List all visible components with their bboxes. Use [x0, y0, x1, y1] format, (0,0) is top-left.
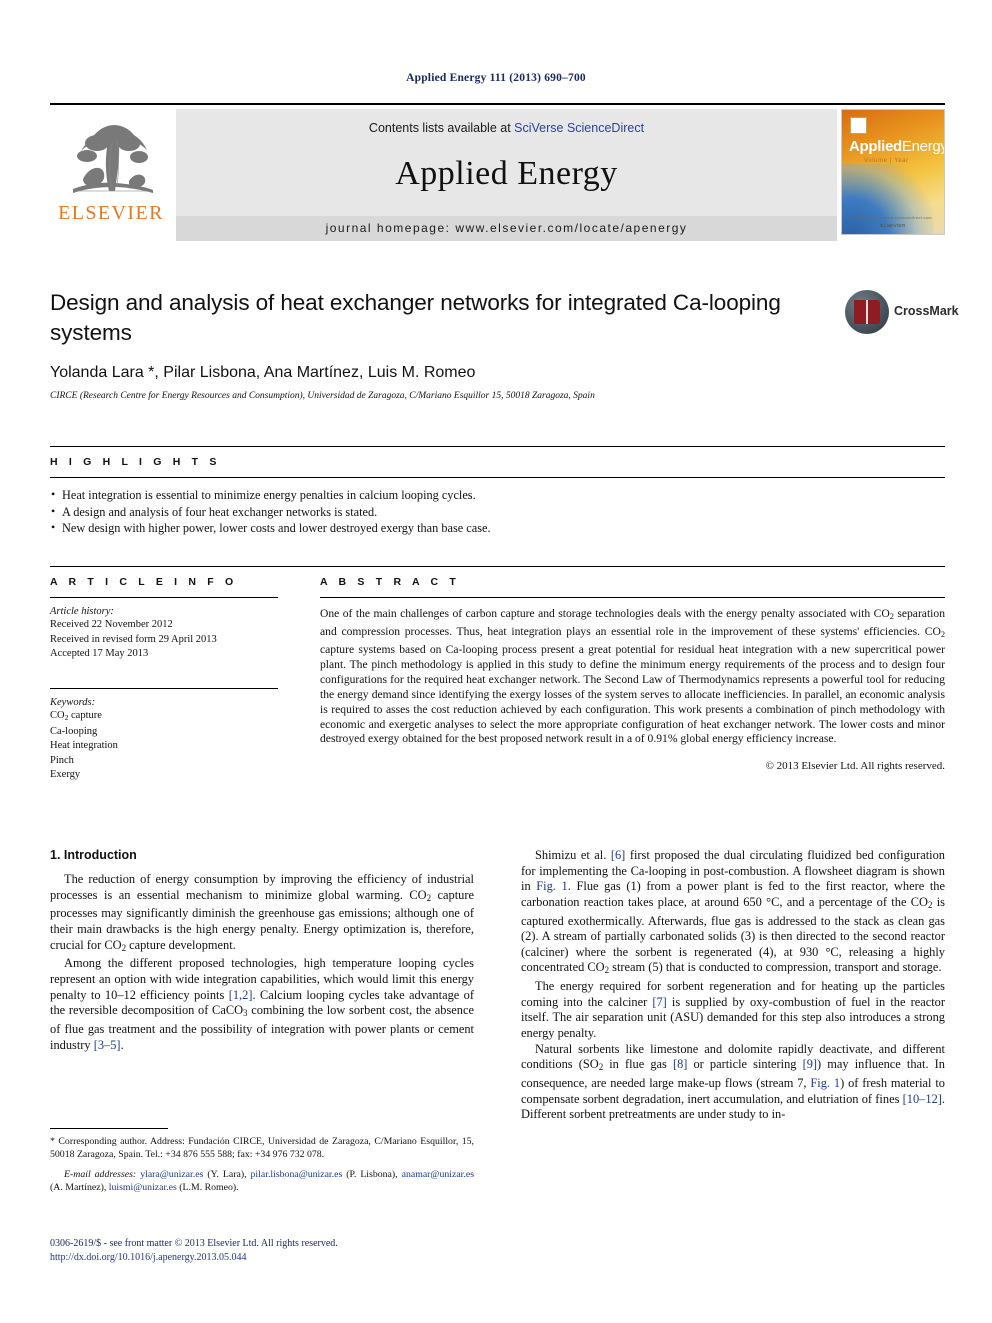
- article-info-label: A R T I C L E I N F O: [50, 576, 238, 588]
- list-item: A design and analysis of four heat excha…: [50, 503, 945, 521]
- contents-available-line: Contents lists available at SciVerse Sci…: [369, 121, 644, 135]
- section-heading-introduction: 1. Introduction: [50, 848, 137, 862]
- crossmark-circle-icon: [845, 290, 889, 334]
- article-history-label: Article history:: [50, 606, 114, 617]
- copyright-line: © 2013 Elsevier Ltd. All rights reserved…: [765, 760, 945, 773]
- footnotes-block: * Corresponding author. Address: Fundaci…: [50, 1128, 474, 1194]
- sciencedirect-link[interactable]: SciVerse ScienceDirect: [514, 121, 644, 135]
- article-first-page: Applied Energy 111 (2013) 690–700 ELSEVI…: [0, 0, 992, 1323]
- email-addresses-note: E-mail addresses: ylara@unizar.es (Y. La…: [50, 1169, 474, 1194]
- cover-title-bold: Applied: [849, 138, 902, 155]
- article-info-column: A R T I C L E I N F O Article history: R…: [50, 576, 278, 783]
- journal-band: Contents lists available at SciVerse Sci…: [176, 109, 837, 241]
- abstract-label: A B S T R A C T: [320, 576, 460, 588]
- imprint-block: 0306-2619/$ - see front matter © 2013 El…: [50, 1237, 550, 1264]
- article-history-accepted: Accepted 17 May 2013: [50, 648, 149, 659]
- crossmark-label: CrossMark: [894, 304, 959, 318]
- list-item: Heat integration is essential to minimiz…: [50, 486, 945, 504]
- crossmark-badge[interactable]: CrossMark: [845, 290, 959, 338]
- paragraph: Among the different proposed technologie…: [50, 956, 474, 1052]
- paragraph: The energy required for sorbent regenera…: [521, 979, 945, 1040]
- journal-homepage[interactable]: journal homepage: www.elsevier.com/locat…: [176, 216, 837, 241]
- highlights-section: H I G H L I G H T S Heat integration is …: [50, 446, 945, 537]
- article-history-revised: Received in revised form 29 April 2013: [50, 633, 217, 645]
- abstract-text: One of the main challenges of carbon cap…: [320, 607, 945, 746]
- list-item: New design with higher power, lower cost…: [50, 519, 945, 537]
- cover-title: AppliedEnergy: [849, 138, 945, 155]
- keyword-item: Heat integration: [50, 740, 118, 752]
- article-history-received: Received 22 November 2012: [50, 619, 173, 630]
- abstract-divider: [320, 597, 945, 598]
- elsevier-wordmark: ELSEVIER: [58, 202, 164, 224]
- keyword-item: Exergy: [50, 769, 81, 781]
- article-info-divider: [50, 597, 278, 598]
- paragraph: Natural sorbents like limestone and dolo…: [521, 1041, 945, 1122]
- body-left-column: 1. Introduction The reduction of energy …: [50, 848, 474, 1123]
- journal-title: Applied Energy: [395, 155, 618, 192]
- abstract-column: A B S T R A C T One of the main challeng…: [320, 576, 945, 783]
- title-block: Design and analysis of heat exchanger ne…: [50, 288, 830, 401]
- contents-prefix: Contents lists available at: [368, 121, 515, 135]
- column-gutter: [474, 848, 521, 1123]
- cover-subtitle: Volume | Year: [864, 158, 909, 164]
- issn-copyright-line: 0306-2619/$ - see front matter © 2013 El…: [50, 1238, 338, 1249]
- body-right-column: Shimizu et al. [6] first proposed the du…: [521, 848, 945, 1123]
- affiliation: CIRCE (Research Centre for Energy Resour…: [50, 391, 595, 401]
- keywords-label: Keywords:: [50, 696, 96, 708]
- doi-link[interactable]: http://dx.doi.org/10.1016/j.apenergy.201…: [50, 1251, 550, 1265]
- author-list: Yolanda Lara *, Pilar Lisbona, Ana Martí…: [50, 364, 476, 381]
- keywords-divider: [50, 687, 278, 689]
- elsevier-logo: ELSEVIER: [50, 109, 172, 241]
- cover-footer-bottom: ELSEVIER: [880, 223, 906, 228]
- keyword-item: CO2 capture: [50, 709, 102, 722]
- cover-title-light: Energy: [901, 138, 945, 155]
- journal-cover-thumbnail: AppliedEnergy Volume | Year ScienceDirec…: [841, 109, 945, 235]
- body-columns: 1. Introduction The reduction of energy …: [50, 848, 945, 1123]
- paragraph: Shimizu et al. [6] first proposed the du…: [521, 848, 945, 976]
- cover-elsevier-mark: [850, 117, 867, 134]
- corresponding-author-note: * Corresponding author. Address: Fundaci…: [50, 1136, 474, 1160]
- column-gap: [278, 576, 320, 783]
- crossmark-book-icon: [854, 300, 880, 324]
- elsevier-tree-icon: [59, 113, 163, 201]
- cover-footer-top: ScienceDirect www.sciencedirect.com: [854, 215, 932, 220]
- keyword-item: Pinch: [50, 754, 74, 766]
- journal-masthead: ELSEVIER Contents lists available at Sci…: [50, 103, 945, 241]
- highlights-list: Heat integration is essential to minimiz…: [50, 486, 945, 537]
- email-label: E-mail addresses:: [64, 1169, 137, 1181]
- keyword-item: Ca-looping: [50, 725, 98, 737]
- article-title: Design and analysis of heat exchanger ne…: [50, 290, 781, 345]
- running-head: Applied Energy 111 (2013) 690–700: [406, 72, 586, 84]
- highlights-label: H I G H L I G H T S: [50, 456, 221, 468]
- footnote-divider: [50, 1128, 168, 1129]
- paragraph: The reduction of energy consumption by i…: [50, 872, 474, 953]
- info-abstract-section: A R T I C L E I N F O Article history: R…: [50, 566, 945, 783]
- highlights-divider: [50, 477, 945, 478]
